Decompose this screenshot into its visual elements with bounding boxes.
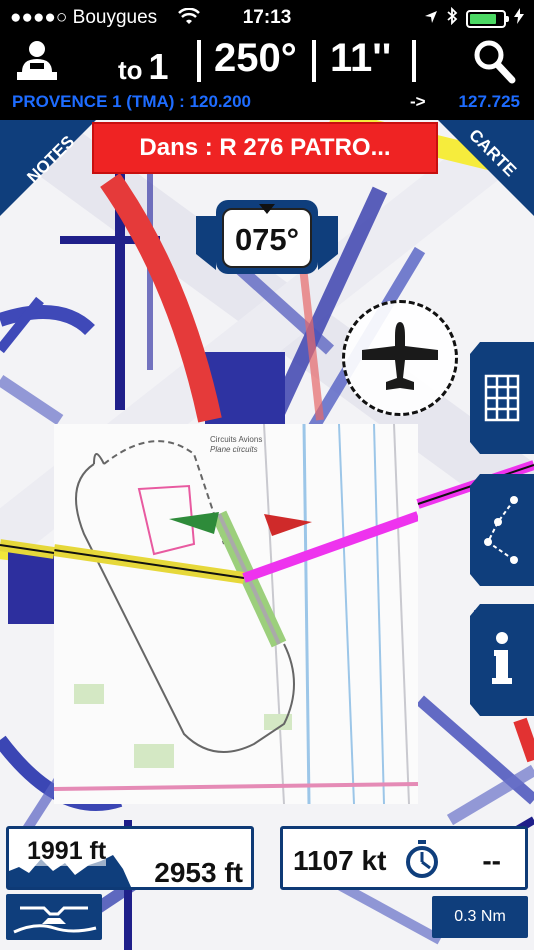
- info-button[interactable]: [470, 604, 534, 716]
- altitude-value: 1991 ft: [27, 837, 107, 866]
- location-arrow-icon: [424, 8, 438, 30]
- current-frequency[interactable]: PROVENCE 1 (TMA) : 120.200: [12, 92, 251, 112]
- heading-to-waypoint: 250°: [214, 36, 297, 80]
- heading-value: 075°: [222, 208, 312, 268]
- notes-tab[interactable]: NOTES: [0, 120, 96, 216]
- altitude-panel[interactable]: 1991 ft 2953 ft: [6, 826, 254, 890]
- vertical-profile-icon: [13, 906, 97, 934]
- waypoint-number: 1: [148, 46, 169, 87]
- separator: [197, 40, 201, 82]
- heading-bug[interactable]: 075°: [196, 198, 338, 274]
- vertical-profile-button[interactable]: [6, 894, 102, 940]
- nav-bar: to 1 250° 11'' PROVENCE 1 (TMA) : 120.200…: [0, 36, 534, 120]
- status-bar: ●●●●○ Bouygues 17:13: [0, 0, 534, 36]
- timer-value: --: [482, 845, 501, 876]
- pilot-icon[interactable]: [14, 38, 60, 84]
- speed-panel[interactable]: 1107 kt --: [280, 826, 528, 890]
- frequency-arrow: ->: [410, 92, 426, 111]
- frequency-row[interactable]: PROVENCE 1 (TMA) : 120.200 -> 127.725: [0, 92, 534, 116]
- separator: [412, 40, 416, 82]
- battery-icon: [466, 10, 509, 28]
- search-icon[interactable]: [472, 38, 516, 84]
- ground-speed: 1107 kt: [293, 845, 387, 876]
- time-to-waypoint: 11'': [330, 36, 392, 80]
- grid-button[interactable]: [470, 342, 534, 454]
- airplane-icon: [362, 322, 438, 390]
- to-label: to: [118, 55, 143, 85]
- airspace-alert[interactable]: Dans : R 276 PATRO...: [92, 122, 438, 174]
- heading-caret-icon: [259, 204, 275, 214]
- stopwatch-icon[interactable]: [403, 839, 441, 879]
- altitude-secondary: 2953 ft: [154, 857, 243, 888]
- separator: [312, 40, 316, 82]
- route-button[interactable]: [470, 474, 534, 586]
- carte-tab[interactable]: CARTE: [438, 120, 534, 216]
- next-waypoint[interactable]: to 1: [118, 46, 169, 88]
- bluetooth-icon: [446, 6, 458, 31]
- charging-icon: [514, 8, 524, 30]
- center-aircraft-button[interactable]: [342, 300, 458, 416]
- map-scale: 0.3 Nm: [432, 896, 528, 938]
- next-frequency[interactable]: 127.725: [459, 92, 520, 112]
- battery-fill: [470, 14, 496, 24]
